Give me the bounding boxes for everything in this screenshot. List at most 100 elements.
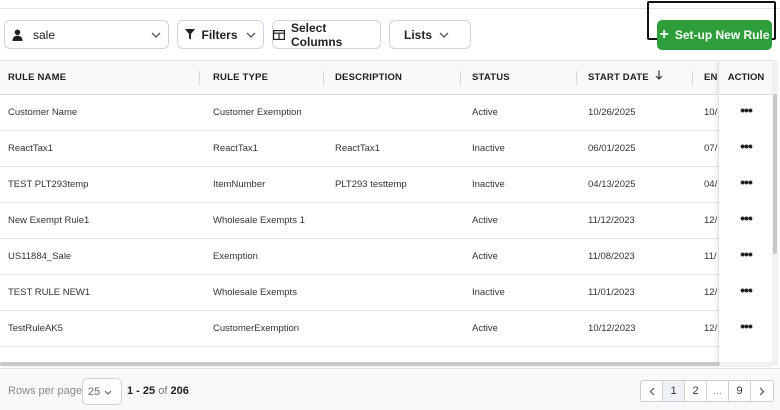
more-actions-button[interactable]: ••• — [719, 203, 772, 239]
cell-rule-name: ReactTax1 — [8, 143, 53, 154]
cell-description — [335, 275, 455, 311]
horizontal-scrollbar-thumb[interactable] — [0, 362, 720, 366]
column-header-end-date[interactable]: END — [704, 61, 718, 95]
start-date-header-label: START DATE — [588, 72, 649, 83]
cell-description: PLT293 testtemp — [335, 179, 407, 190]
cell-start-date: 11/08/2023 — [588, 251, 635, 262]
cell-end-date: 10/ — [704, 107, 718, 118]
column-resize-handle[interactable] — [323, 71, 324, 85]
select-columns-button[interactable]: Select Columns — [272, 20, 381, 49]
column-header-status[interactable]: STATUS — [472, 61, 510, 95]
cell-rule-name: New Exempt Rule1 — [8, 215, 90, 226]
cell-start-date: 10/26/2025 — [588, 107, 636, 118]
range-text: 1 - 25 — [127, 385, 156, 397]
table-row[interactable]: ReactTax1 ReactTax1 ReactTax1 Inactive 06/01… — [0, 131, 772, 167]
chevron-down-icon — [151, 32, 161, 38]
table-header: RULE NAME RULE TYPE DESCRIPTION STATUS S… — [0, 61, 772, 95]
column-header-description[interactable]: DESCRIPTION — [335, 61, 402, 95]
table-row[interactable]: US11884_Sale Exemption Active 11/08/2023 11/ — [0, 239, 772, 275]
filters-button[interactable]: Filters — [177, 20, 264, 49]
table-footer: Rows per page 25 1 - 25 of 206 1 2 ... 9 — [0, 368, 780, 410]
cell-description — [335, 311, 455, 347]
sort-arrow-down-icon — [655, 61, 663, 95]
table-row[interactable]: Customer Name Customer Exemption Active 10/… — [0, 95, 772, 131]
cell-end-date: 11/ — [704, 251, 717, 262]
select-columns-label: Select Columns — [291, 20, 343, 49]
column-header-rule-type[interactable]: RULE TYPE — [213, 61, 268, 95]
rows-per-page-label: Rows per page — [8, 385, 82, 397]
cell-start-date: 06/01/2025 — [588, 143, 636, 154]
range-total: 206 — [170, 385, 189, 397]
cell-rule-type: ItemNumber — [213, 179, 266, 190]
cell-start-date: 11/12/2023 — [588, 215, 635, 226]
cell-end-date: 12/ — [704, 287, 718, 298]
user-icon — [12, 29, 23, 41]
next-page-button[interactable] — [751, 381, 773, 401]
column-resize-handle[interactable] — [692, 71, 693, 85]
setup-new-rule-label: Set-up New Rule — [674, 28, 770, 42]
filters-label: Filters — [201, 27, 238, 42]
cell-status: Active — [472, 107, 498, 118]
lists-label: Lists — [403, 27, 432, 42]
columns-icon — [273, 29, 285, 40]
page-button-1[interactable]: 1 — [663, 381, 685, 401]
table-row[interactable]: TEST PLT293temp ItemNumber PLT293 testtemp… — [0, 167, 772, 203]
cell-rule-name: Customer Name — [8, 107, 78, 118]
column-header-start-date[interactable]: START DATE — [588, 61, 663, 95]
more-actions-button[interactable]: ••• — [719, 239, 772, 275]
cell-start-date: 10/12/2023 — [588, 323, 636, 334]
rules-table: RULE NAME RULE TYPE DESCRIPTION STATUS S… — [0, 60, 772, 366]
cell-end-date: 07/ — [704, 143, 718, 154]
user-select-value: sale — [33, 27, 56, 42]
cell-rule-name: TEST RULE NEW1 — [8, 287, 91, 298]
cell-rule-type: Wholesale Exempts — [213, 287, 297, 298]
more-actions-button[interactable]: ••• — [719, 131, 772, 167]
pagination: 1 2 ... 9 — [640, 380, 774, 402]
action-column: ACTION ••• ••• ••• ••• ••• ••• ••• — [718, 61, 772, 366]
prev-page-button[interactable] — [641, 381, 663, 401]
cell-description — [335, 203, 455, 239]
vertical-scrollbar-thumb[interactable] — [773, 94, 777, 254]
more-actions-button[interactable]: ••• — [719, 311, 772, 347]
column-header-action: ACTION — [719, 61, 772, 95]
cell-rule-name: TestRuleAK5 — [8, 323, 63, 334]
column-resize-handle[interactable] — [460, 71, 461, 85]
chevron-down-icon — [246, 32, 256, 38]
cell-end-date: 12/ — [704, 323, 718, 334]
table-row[interactable]: TestRuleAK5 CustomerExemption Active 10/12/… — [0, 311, 772, 347]
cell-status: Active — [472, 323, 498, 334]
table-row[interactable]: TEST RULE NEW1 Wholesale Exempts Inactive 1… — [0, 275, 772, 311]
more-actions-button[interactable]: ••• — [719, 95, 772, 131]
rows-per-page-value: 25 — [87, 385, 101, 398]
column-resize-handle[interactable] — [576, 71, 577, 85]
more-actions-button[interactable]: ••• — [719, 275, 772, 311]
lists-button[interactable]: Lists — [389, 20, 471, 49]
cell-rule-type: ReactTax1 — [213, 143, 258, 154]
cell-rule-type: CustomerExemption — [213, 323, 300, 334]
cell-rule-type: Customer Exemption — [213, 107, 302, 118]
cell-status: Active — [472, 215, 498, 226]
cell-rule-name: TEST PLT293temp — [8, 179, 89, 190]
user-select[interactable]: sale — [4, 20, 169, 49]
pagination-range: 1 - 25 of 206 — [127, 369, 189, 410]
cell-end-date: 12/ — [704, 215, 718, 226]
cell-status: Inactive — [472, 287, 505, 298]
cell-status: Inactive — [472, 143, 505, 154]
table-row[interactable]: New Exempt Rule1 Wholesale Exempts 1 Activ… — [0, 203, 772, 239]
cell-description — [335, 239, 455, 275]
cell-start-date: 11/01/2023 — [588, 287, 635, 298]
cell-description — [335, 95, 455, 131]
cell-rule-type: Exemption — [213, 251, 258, 262]
more-actions-button[interactable]: ••• — [719, 167, 772, 203]
column-resize-handle[interactable] — [199, 71, 200, 85]
setup-new-rule-button[interactable]: + Set-up New Rule — [657, 20, 772, 50]
plus-icon: + — [659, 26, 669, 43]
chevron-down-icon — [104, 386, 112, 398]
rows-per-page-select[interactable]: 25 — [82, 378, 122, 405]
page-button-2[interactable]: 2 — [685, 381, 707, 401]
page-ellipsis: ... — [707, 381, 729, 401]
chevron-down-icon — [439, 32, 449, 38]
page-button-9[interactable]: 9 — [729, 381, 751, 401]
cell-end-date: 04/ — [704, 179, 718, 190]
column-header-rule-name[interactable]: RULE NAME — [8, 61, 66, 95]
